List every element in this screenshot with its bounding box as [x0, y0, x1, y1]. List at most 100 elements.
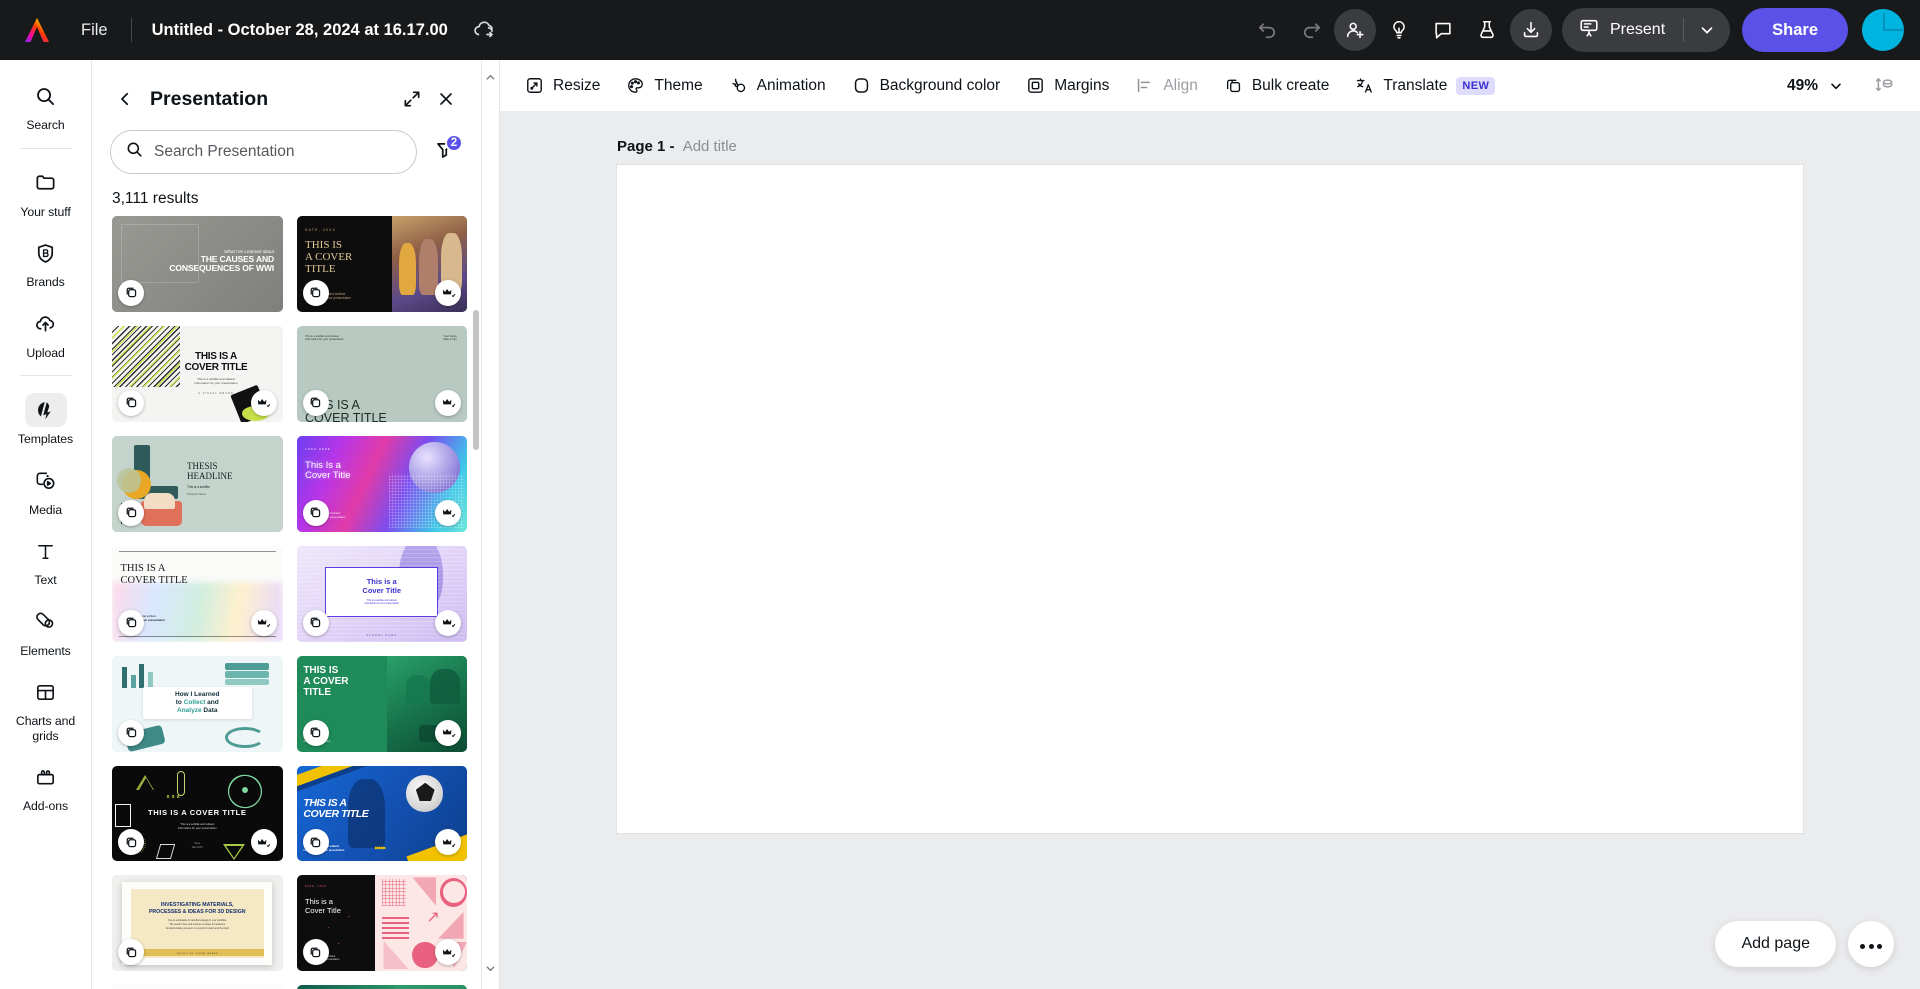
- present-icon: [1578, 17, 1600, 44]
- avatar[interactable]: [1862, 9, 1904, 51]
- share-button[interactable]: Share: [1742, 8, 1848, 52]
- template-card[interactable]: THIS IS ACOVER TITLE This is a subtitle …: [296, 765, 467, 862]
- expand-diagonal-icon[interactable]: [395, 82, 429, 116]
- template-card[interactable]: xxx THIS IS A COVER TITLE This is a subt…: [112, 765, 283, 862]
- sidebar-item-your-stuff[interactable]: Your stuff: [6, 157, 86, 227]
- media-icon: [25, 464, 67, 498]
- add-person-button[interactable]: [1334, 9, 1376, 51]
- sidebar-item-label: Media: [29, 502, 62, 517]
- cloud-sync-icon[interactable]: [472, 18, 496, 42]
- download-button[interactable]: [1510, 9, 1552, 51]
- multi-page-icon: [118, 499, 144, 526]
- sidebar-item-search[interactable]: Search: [6, 70, 86, 140]
- canva-logo-icon[interactable]: [20, 13, 54, 47]
- comment-button[interactable]: [1422, 9, 1464, 51]
- template-card[interactable]: This is a subtitle and subtext informatio…: [296, 325, 467, 422]
- page-manager-button[interactable]: [1864, 67, 1904, 105]
- template-card[interactable]: THIS IS ACOVER TITLE This is a subtitle …: [112, 325, 283, 422]
- tool-animation[interactable]: Animation: [718, 68, 837, 103]
- folder-icon: [25, 166, 67, 200]
- tool-translate[interactable]: Translate NEW: [1344, 68, 1506, 103]
- multi-page-icon: [302, 829, 329, 856]
- pro-crown-icon: [435, 279, 461, 306]
- results-count: 3,111 results: [112, 190, 199, 207]
- present-dropdown-button[interactable]: [1684, 8, 1730, 52]
- sidebar-item-label: Templates: [17, 432, 74, 446]
- template-card[interactable]: How I Learnedto Collect andAnalyze DataH…: [112, 655, 283, 752]
- sidebar-item-media[interactable]: Media: [6, 455, 86, 525]
- sidebar-item-label: Elements: [20, 643, 71, 658]
- panel-header: Presentation: [92, 60, 481, 124]
- present-button[interactable]: Present: [1562, 8, 1683, 52]
- chevron-left-icon[interactable]: [110, 84, 140, 114]
- pro-crown-icon: [250, 389, 277, 416]
- panel-title: Presentation: [150, 87, 269, 110]
- template-card[interactable]: What I've Learned about THE CAUSES AND C…: [112, 216, 283, 312]
- filter-button[interactable]: 2: [425, 133, 463, 171]
- sidebar-item-add-ons[interactable]: Add-ons: [6, 751, 86, 821]
- more-options-button[interactable]: [1848, 921, 1894, 967]
- present-label: Present: [1610, 21, 1666, 38]
- templates-panel: Presentation Search Presentation 2 3,111…: [92, 60, 482, 989]
- page-label-row: Page 1 - Add title: [617, 138, 1803, 155]
- sidebar-item-charts-and-grids[interactable]: Charts and grids: [6, 666, 86, 750]
- tool-bulk-create[interactable]: Bulk create: [1213, 68, 1341, 103]
- search-box[interactable]: [110, 130, 417, 174]
- tool-label: Align: [1163, 76, 1198, 94]
- file-menu-button[interactable]: File: [68, 14, 121, 47]
- add-page-button[interactable]: Add page: [1715, 921, 1836, 967]
- zoom-control[interactable]: 49%: [1777, 70, 1854, 102]
- charts-grids-icon: [25, 675, 67, 709]
- tool-margins[interactable]: Margins: [1015, 68, 1120, 103]
- document-title[interactable]: Untitled - October 28, 2024 at 16.17.00: [142, 14, 458, 47]
- flask-button[interactable]: [1466, 9, 1508, 51]
- zoom-value: 49%: [1786, 76, 1818, 94]
- main-row: Search Your stuff Brands Upload Template…: [0, 60, 1920, 989]
- template-card[interactable]: DATE, 20XXNAME THIS IS ACOVER TITLETHIS …: [296, 985, 467, 989]
- scroll-up-icon[interactable]: [485, 70, 496, 88]
- sidebar-item-upload[interactable]: Upload: [6, 298, 86, 368]
- template-grid-scroll[interactable]: What I've Learned about THE CAUSES AND C…: [92, 216, 481, 989]
- undo-button[interactable]: [1246, 9, 1288, 51]
- sidebar-item-label: Charts and grids: [15, 714, 76, 743]
- sidebar-item-brands[interactable]: Brands: [6, 227, 86, 297]
- template-card[interactable]: LOGO HERE This Is aCover Title This is a…: [296, 435, 467, 532]
- scroll-down-icon[interactable]: [485, 961, 496, 979]
- rail-divider: [19, 375, 72, 376]
- tool-theme[interactable]: Theme: [615, 68, 713, 103]
- sidebar-item-elements[interactable]: Elements: [6, 596, 86, 666]
- add-title-button[interactable]: Add title: [683, 138, 737, 155]
- sidebar-item-label: Your stuff: [20, 204, 71, 219]
- redo-button[interactable]: [1290, 9, 1332, 51]
- page-manager-icon: [1874, 75, 1895, 96]
- toolbar-divider: [130, 18, 132, 42]
- page-number-label: Page 1 -: [617, 138, 675, 155]
- template-card[interactable]: THESIS HEADLINE This is a subtitle Presen…: [112, 435, 283, 532]
- palette-icon: [626, 76, 645, 95]
- page-canvas[interactable]: [617, 165, 1803, 833]
- template-card[interactable]: DATE, 20XX THIS ISA COVERTITLE This is a…: [296, 216, 467, 312]
- page-label: Page 1 - Add title: [617, 138, 737, 155]
- template-card[interactable]: ↗ DATE, 20XX This is aCover Title This i…: [296, 875, 467, 972]
- close-icon[interactable]: [429, 82, 463, 116]
- sidebar-item-text[interactable]: Text: [6, 525, 86, 595]
- lightbulb-button[interactable]: [1378, 9, 1420, 51]
- template-card[interactable]: THIS IS ACOVER TITLE This is a subtitle …: [112, 545, 283, 642]
- sidebar-item-templates[interactable]: Templates: [6, 384, 86, 454]
- resize-icon: [525, 76, 544, 95]
- tool-label: Animation: [756, 76, 826, 94]
- tool-resize[interactable]: Resize: [514, 68, 611, 103]
- templates-icon: [24, 393, 67, 427]
- search-input[interactable]: [154, 143, 402, 161]
- template-card[interactable]: THIS IS A COVER TITLE This is a subtitle…: [112, 985, 283, 989]
- template-card[interactable]: THIS ISA COVERTITLE This is a subtitlean…: [296, 655, 467, 752]
- present-group: Present: [1562, 8, 1731, 52]
- bulk-create-icon: [1224, 76, 1243, 95]
- pro-crown-icon: [435, 499, 461, 526]
- template-card[interactable]: This is a Cover Title This is a subtitle …: [296, 545, 467, 642]
- panel-scrollbar[interactable]: [473, 310, 479, 450]
- bgcolor-icon: [852, 76, 871, 95]
- template-card[interactable]: INVESTIGATING MATERIALS, PROCESSES & IDEA…: [112, 875, 283, 972]
- multi-page-icon: [302, 499, 329, 526]
- tool-background-color[interactable]: Background color: [841, 68, 1012, 103]
